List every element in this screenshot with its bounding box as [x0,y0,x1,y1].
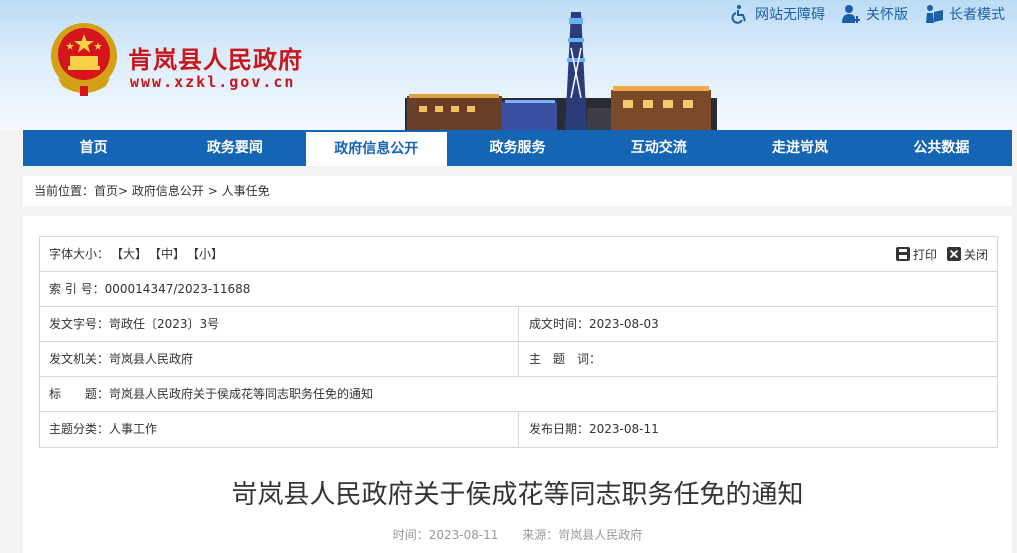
article-source: 来源：岢岚县人民政府 [522,528,643,542]
issuing-authority: 发文机关：岢岚县人民政府 [40,342,519,376]
content-panel: 字体大小： 【大】 【中】 【小】 打印 关闭 索 引 号：000014347/… [23,216,1012,553]
top-links: 网站无障碍 关怀版 长者模式 [730,4,1005,24]
nav-item-services[interactable]: 政务服务 [447,130,588,166]
close-label: 关闭 [963,247,988,262]
font-small-button[interactable]: 【小】 [187,237,223,271]
publish-date: 发布日期：2023-08-11 [529,422,659,436]
document-title-field: 标 题：岢岚县人民政府关于侯成花等同志职务任免的通知 [49,387,374,401]
site-header: 肯岚县人民政府 www.xzkl.gov.cn 网站无障碍 关怀版 长者模式 [0,0,1017,130]
subject-category: 主题分类：人事工作 [40,412,519,447]
elder-mode-link[interactable]: 长者模式 [924,4,1005,24]
national-emblem-icon[interactable] [48,20,120,98]
city-skyline-banner [405,12,717,130]
care-version-link-label: 关怀版 [866,7,908,23]
breadcrumb-separator: > [118,184,129,198]
nav-item-interaction[interactable]: 互动交流 [588,130,729,166]
care-version-link[interactable]: 关怀版 [841,4,908,24]
print-button[interactable]: 打印 [895,246,937,263]
font-size-controls: 字体大小： 【大】 【中】 【小】 [40,237,896,271]
elder-mode-link-label: 长者模式 [949,7,1005,23]
nav-item-info-disclosure[interactable]: 政府信息公开 [305,132,447,166]
accessibility-link-label: 网站无障碍 [755,7,825,23]
printer-icon [895,247,910,261]
breadcrumb-current[interactable]: 人事任免 [222,184,270,198]
main-nav: 首页 政务要闻 政府信息公开 政务服务 互动交流 走进岢岚 公共数据 [23,130,1012,166]
title-row: 标 题：岢岚县人民政府关于侯成花等同志职务任免的通知 [40,377,997,412]
doc-number-row: 发文字号：岢政任〔2023〕3号 成文时间：2023-08-03 [40,307,997,342]
close-icon [946,247,961,261]
document-number: 发文字号：岢政任〔2023〕3号 [40,307,519,341]
nav-item-public-data[interactable]: 公共数据 [871,130,1012,166]
category-row: 主题分类：人事工作 发布日期：2023-08-11 [40,412,997,447]
creation-date: 成文时间：2023-08-03 [529,317,659,331]
index-number: 索 引 号：000014347/2023-11688 [49,282,251,296]
breadcrumb-separator: > [207,184,218,198]
article-meta: 时间：2023-08-11 来源：岢岚县人民政府 [23,526,1012,543]
accessibility-link[interactable]: 网站无障碍 [730,4,825,24]
font-large-button[interactable]: 【大】 [111,237,147,271]
toolbar-row: 字体大小： 【大】 【中】 【小】 打印 关闭 [40,237,997,272]
site-url[interactable]: www.xzkl.gov.cn [130,73,295,91]
article-title: 岢岚县人民政府关于侯成花等同志职务任免的通知 [231,480,804,510]
elder-reading-icon [926,5,943,23]
site-name[interactable]: 肯岚县人民政府 [128,40,303,75]
nav-item-home[interactable]: 首页 [23,130,164,166]
subject-keywords: 主 题 词： [529,352,602,366]
font-size-label: 字体大小： [49,247,110,261]
close-button[interactable]: 关闭 [946,246,988,263]
breadcrumb-home[interactable]: 首页 [94,184,118,198]
breadcrumb: 当前位置：首页> 政府信息公开 > 人事任免 [23,176,1012,206]
document-info-table: 字体大小： 【大】 【中】 【小】 打印 关闭 索 引 号：000014347/… [39,236,998,448]
font-medium-button[interactable]: 【中】 [149,237,185,271]
accessibility-icon [731,5,746,24]
index-row: 索 引 号：000014347/2023-11688 [40,272,997,307]
breadcrumb-section[interactable]: 政府信息公开 [132,184,204,198]
print-label: 打印 [912,247,937,262]
article-time: 时间：2023-08-11 [392,528,499,542]
care-user-icon [842,5,860,23]
nav-item-about[interactable]: 走进岢岚 [729,130,870,166]
issuer-row: 发文机关：岢岚县人民政府 主 题 词： [40,342,997,377]
nav-item-news[interactable]: 政务要闻 [164,130,305,166]
breadcrumb-prefix: 当前位置： [34,184,95,198]
page-tools: 打印 关闭 [895,237,997,271]
